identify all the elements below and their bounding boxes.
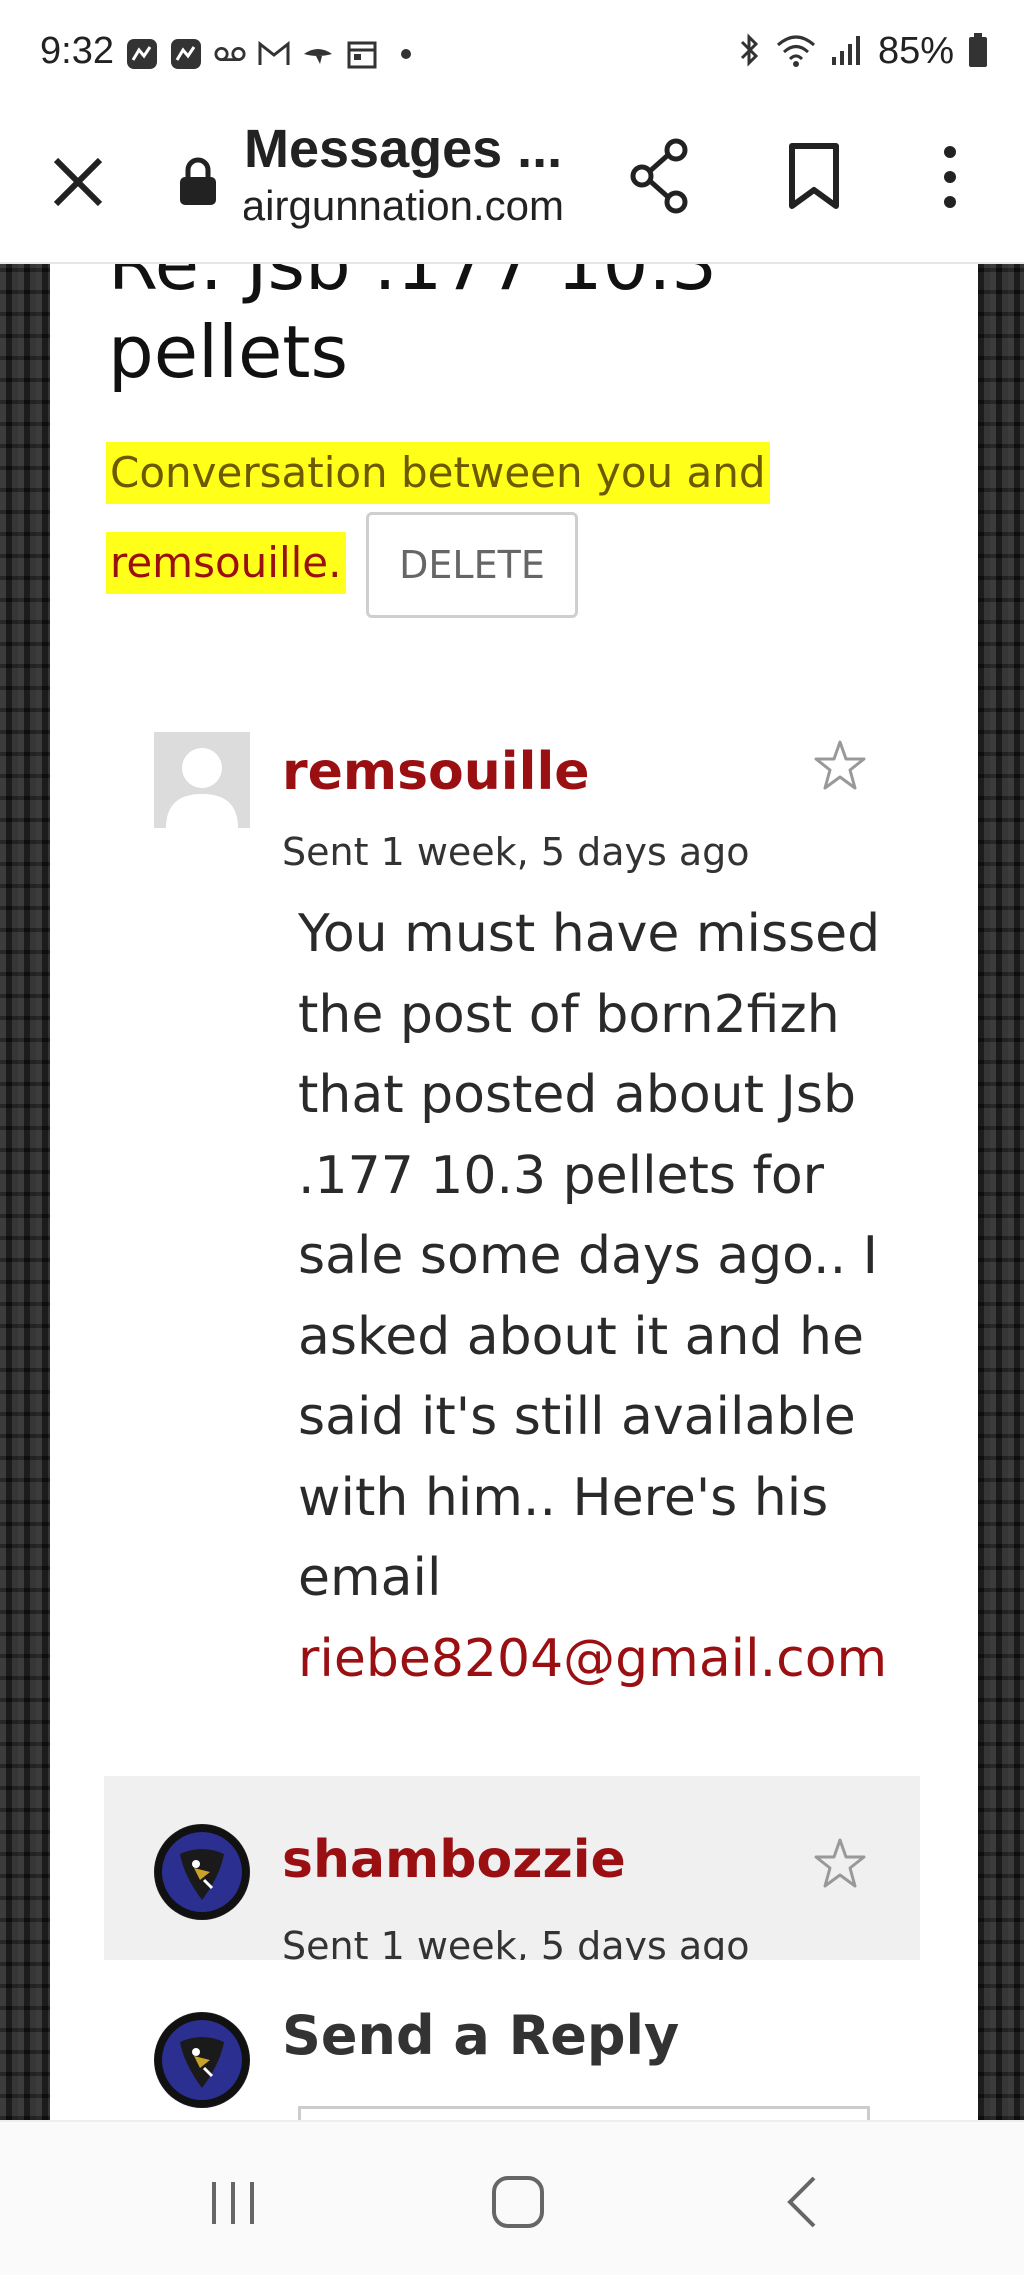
bluetooth-icon	[738, 32, 762, 72]
conversation-info-line1: Conversation between you and	[106, 442, 770, 504]
signal-icon	[830, 33, 864, 71]
avatar-remsouille[interactable]	[154, 732, 250, 828]
content-panel: Re: Jsb .177 10.3 pellets Conversation b…	[50, 264, 978, 2120]
message-item-shambozzie: shambozzie Sent 1 week, 5 days ago	[104, 1776, 920, 1960]
more-options-button[interactable]	[930, 142, 970, 212]
battery-icon	[968, 32, 988, 71]
ravens-logo-icon	[155, 1825, 249, 1919]
recent-apps-icon	[212, 2182, 254, 2224]
share-button[interactable]	[628, 138, 692, 214]
page-background: Re: Jsb .177 10.3 pellets Conversation b…	[0, 264, 1024, 2120]
page-title: pellets	[108, 310, 349, 394]
star-button[interactable]	[812, 1836, 868, 1892]
status-time: 9:32	[40, 30, 114, 72]
page-title-partial: Re: Jsb .177 10.3	[108, 264, 718, 306]
message-timestamp: Sent 1 week, 5 days ago	[282, 1924, 750, 1960]
close-button[interactable]	[48, 152, 108, 212]
default-avatar-icon	[154, 732, 250, 828]
message-author[interactable]: remsouille	[282, 742, 590, 802]
status-indicators: 85%	[738, 30, 988, 73]
delete-button[interactable]: DELETE	[366, 512, 578, 618]
more-vert-icon	[944, 146, 956, 208]
page-url[interactable]: airgunnation.com	[244, 182, 564, 230]
more-notifications-dot-icon	[390, 38, 422, 70]
share-icon	[630, 138, 688, 214]
status-bar: 9:32 85%	[0, 0, 1024, 112]
close-icon	[53, 157, 103, 207]
email-link[interactable]: riebe8204@gmail.com	[298, 1629, 887, 1689]
notification-icons	[126, 38, 422, 70]
avatar-current-user	[154, 2012, 250, 2108]
star-outline-icon	[814, 740, 866, 790]
bookmark-button[interactable]	[786, 142, 842, 212]
calendar-icon	[346, 38, 378, 70]
home-icon	[492, 2176, 544, 2228]
reply-textarea[interactable]	[298, 2106, 870, 2120]
ravens-logo-icon	[155, 2013, 249, 2107]
back-icon	[787, 2176, 816, 2228]
bookmark-icon	[789, 143, 839, 209]
home-button[interactable]	[490, 2174, 546, 2230]
avatar-shambozzie[interactable]	[154, 1824, 250, 1920]
back-button[interactable]	[782, 2174, 822, 2230]
app-notification-icon	[302, 38, 334, 70]
message-body: You must have missed the post of born2fi…	[298, 894, 938, 1699]
message-author[interactable]: shambozzie	[282, 1830, 626, 1890]
page-tab-title[interactable]: Messages ...	[244, 118, 562, 180]
browser-toolbar: Messages ... airgunnation.com	[0, 112, 1024, 264]
recent-apps-button[interactable]	[208, 2178, 258, 2228]
message-body-text: You must have missed the post of born2fi…	[298, 904, 881, 1608]
wifi-icon	[776, 33, 816, 71]
system-navigation-bar	[0, 2120, 1024, 2275]
lock-icon	[178, 156, 218, 206]
app-notification-icon	[170, 38, 202, 70]
star-button[interactable]	[812, 738, 868, 794]
message-timestamp: Sent 1 week, 5 days ago	[282, 830, 750, 874]
voicemail-icon	[214, 38, 246, 70]
app-notification-icon	[126, 38, 158, 70]
reply-heading: Send a Reply	[282, 2004, 680, 2067]
conversation-info-line2[interactable]: remsouille.	[106, 532, 346, 594]
star-outline-icon	[814, 1838, 866, 1888]
gmail-icon	[258, 38, 290, 70]
battery-percentage: 85%	[877, 30, 954, 72]
